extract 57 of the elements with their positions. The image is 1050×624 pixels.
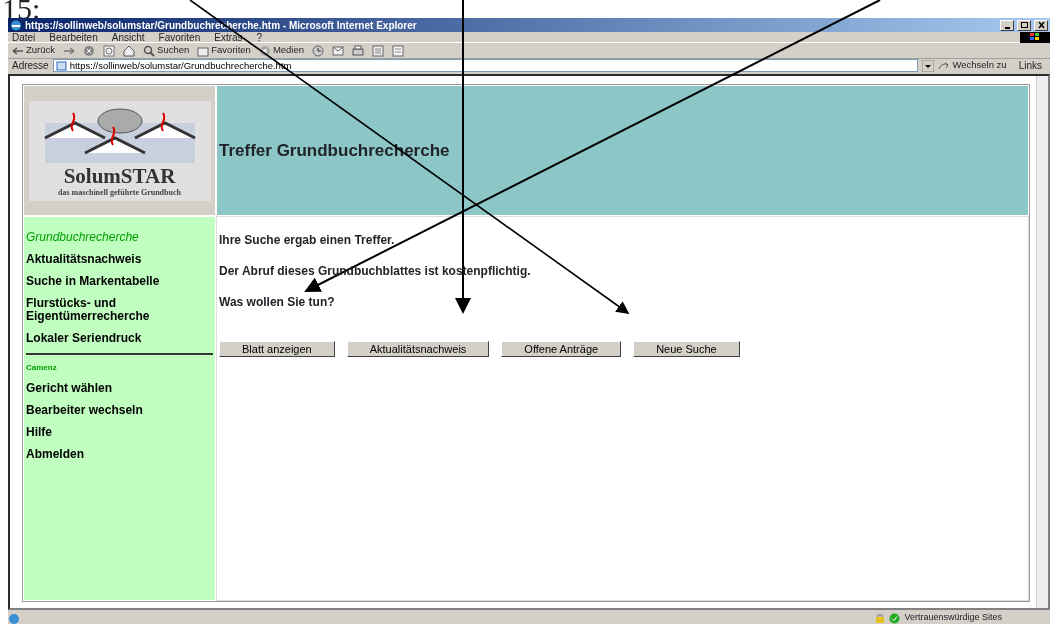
nav-link[interactable]: Hilfe — [26, 426, 213, 439]
stop-button[interactable] — [83, 44, 96, 57]
forward-arrow-icon — [63, 44, 76, 57]
go-button[interactable]: Wechseln zu — [938, 58, 1007, 73]
flag-drawing — [1030, 33, 1040, 41]
nav-link[interactable]: Gericht wählen — [26, 382, 213, 395]
stop-icon — [83, 44, 96, 57]
print-button[interactable] — [352, 44, 365, 57]
discuss-icon — [392, 44, 405, 57]
mail-button[interactable] — [332, 44, 345, 57]
favorites-button[interactable]: Favoriten — [197, 43, 251, 58]
minimize-button[interactable] — [1000, 19, 1014, 31]
close-button[interactable] — [1034, 19, 1048, 31]
back-button[interactable]: Zurück — [12, 43, 56, 58]
action-button[interactable]: Offene Anträge — [501, 341, 622, 357]
search-icon — [143, 44, 156, 57]
back-arrow-icon — [12, 44, 24, 57]
logo-tagline: das maschinell geführte Grundbuch — [58, 186, 181, 199]
refresh-icon — [103, 44, 116, 57]
media-button[interactable]: Medien — [258, 43, 305, 58]
history-button[interactable] — [312, 44, 325, 57]
nav-link[interactable]: Aktualitätsnachweis — [26, 253, 213, 266]
section-label: Camenz — [26, 353, 213, 374]
edit-button[interactable] — [372, 44, 385, 57]
action-button[interactable]: Blatt anzeigen — [219, 341, 335, 357]
address-label: Adresse — [12, 59, 49, 73]
maximize-icon — [1019, 21, 1029, 30]
security-zone-text: Vertrauenswürdige Sites — [904, 611, 1003, 624]
arrow-icon — [938, 60, 951, 71]
forward-button[interactable] — [63, 44, 76, 57]
discuss-button[interactable] — [392, 44, 405, 57]
search-button[interactable]: Suchen — [143, 43, 190, 58]
nav-link[interactable]: Suche in Markentabelle — [26, 275, 213, 288]
message-text: Was wollen Sie tun? — [219, 294, 336, 311]
links-button[interactable]: Links — [1010, 58, 1050, 73]
lock-icon — [875, 612, 886, 624]
close-icon — [1036, 21, 1046, 30]
checkmark-icon — [889, 612, 901, 624]
history-icon — [312, 44, 325, 57]
nav-link[interactable]: Bearbeiter wechseln — [26, 404, 213, 417]
action-button[interactable]: Neue Suche — [633, 341, 740, 357]
nav-link[interactable]: Lokaler Seriendruck — [26, 332, 213, 345]
media-icon — [258, 44, 271, 57]
action-button[interactable]: Aktualitätsnachweis — [346, 341, 490, 357]
nav-link[interactable]: Flurstücks- und Eigentümerrecherche — [26, 297, 213, 323]
document-icon — [372, 44, 385, 57]
home-icon — [123, 44, 136, 57]
mail-icon — [332, 44, 345, 57]
maximize-button[interactable] — [1017, 19, 1031, 31]
printer-icon — [352, 44, 365, 57]
scrollbar[interactable] — [1036, 76, 1048, 608]
logo-text: SolumSTAR — [63, 164, 176, 187]
refresh-button[interactable] — [103, 44, 116, 57]
message-text: Ihre Suche ergab einen Treffer. — [219, 232, 396, 249]
dropdown-icon[interactable] — [922, 59, 935, 72]
home-button[interactable] — [123, 44, 136, 57]
nav-link[interactable]: Abmelden — [26, 448, 213, 461]
